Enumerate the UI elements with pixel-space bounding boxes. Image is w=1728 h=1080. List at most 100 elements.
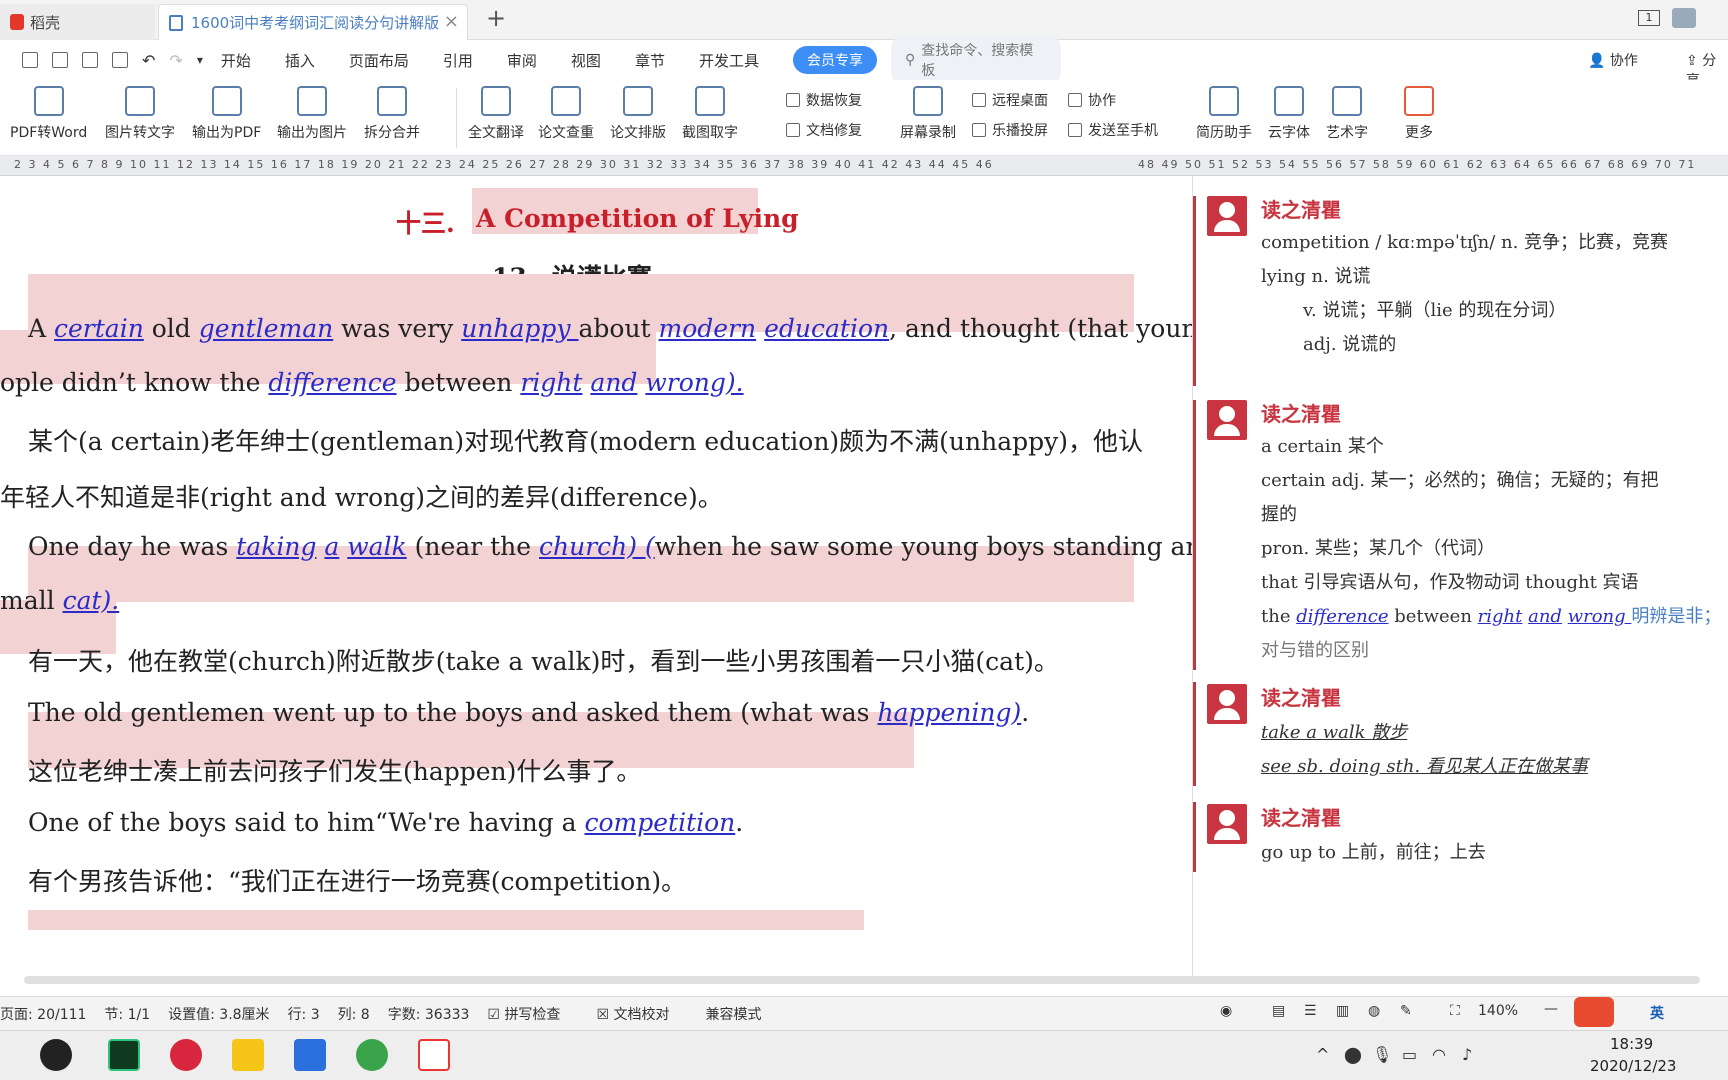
horizontal-scrollbar[interactable] — [24, 976, 1700, 984]
doc-repair-button[interactable]: 文档修复 — [786, 120, 862, 140]
comment-line: competition / kɑːmpəˈtɪʃn/ n. 竞争；比赛，竞赛 — [1261, 232, 1669, 253]
full-translate-label: 全文翻译 — [468, 125, 524, 141]
tray-app-icon[interactable]: ⬤ — [1344, 1045, 1362, 1064]
screen-record-label: 屏幕录制 — [900, 125, 956, 141]
member-button[interactable]: 会员专享 — [792, 46, 877, 74]
zoom-level[interactable]: 140% — [1478, 1003, 1518, 1019]
ruler[interactable]: 2 3 4 5 6 7 8 9 10 11 12 13 14 15 16 17 … — [0, 156, 1728, 176]
pen-icon[interactable]: ✎ — [1400, 1003, 1412, 1019]
comment-line: pron. 某些；某几个（代词） — [1261, 538, 1495, 559]
data-recovery-button[interactable]: 数据恢复 — [786, 90, 862, 110]
status-words[interactable]: 字数: 36333 — [388, 1004, 470, 1024]
customize-chevron-icon[interactable]: ▾ — [197, 53, 203, 67]
close-tab-icon[interactable]: × — [444, 11, 459, 32]
page-count-icon[interactable]: 1 — [1638, 10, 1660, 26]
format-painter-icon[interactable] — [52, 52, 68, 68]
search-placeholder: 查找命令、搜索模板 — [921, 43, 1034, 79]
menu-insert[interactable]: 插入 — [285, 50, 315, 71]
split-merge-label: 拆分合并 — [364, 125, 420, 141]
cast-button[interactable]: 乐播投屏 — [972, 120, 1048, 140]
proof-button[interactable]: ☒ 文档校对 — [596, 1004, 687, 1024]
zoom-out-icon[interactable]: — — [1544, 1001, 1558, 1017]
file-explorer-icon[interactable] — [232, 1039, 264, 1071]
search-box[interactable]: ⚲ 查找命令、搜索模板 — [890, 35, 1061, 85]
split-merge-button[interactable]: 拆分合并 — [364, 86, 420, 142]
battery-icon[interactable]: ▭ — [1402, 1045, 1417, 1064]
vocab-word: and — [1528, 606, 1562, 627]
menu-references[interactable]: 引用 — [443, 50, 473, 71]
image-to-text-button[interactable]: 图片转文字 — [105, 86, 175, 142]
text: 明辨是非； — [1631, 606, 1722, 627]
status-section: 节: 1/1 — [104, 1006, 151, 1023]
app-icon-1[interactable] — [40, 1039, 72, 1071]
vocab-word: and — [590, 368, 638, 397]
tab-document[interactable]: 1600词中考考纲词汇阅读分句讲解版 × — [158, 4, 468, 40]
print-icon[interactable] — [82, 52, 98, 68]
read-view-icon[interactable]: ▥ — [1336, 1003, 1349, 1019]
text: between — [1388, 606, 1478, 627]
wps-logo-icon — [10, 14, 24, 30]
more-button[interactable]: 更多 — [1404, 86, 1434, 142]
clock-time[interactable]: 18:39 — [1610, 1035, 1653, 1053]
netease-music-icon[interactable] — [170, 1039, 202, 1071]
send-to-phone-button[interactable]: 发送至手机 — [1068, 120, 1158, 140]
tray-chevron-icon[interactable]: ^ — [1316, 1045, 1329, 1064]
eye-protection-icon[interactable]: ◉ — [1220, 1003, 1232, 1019]
menu-view[interactable]: 视图 — [571, 50, 601, 71]
audition-icon[interactable] — [108, 1039, 140, 1071]
volume-icon[interactable]: ♪ — [1462, 1045, 1472, 1064]
pdf-to-word-button[interactable]: PDF转Word — [10, 86, 87, 142]
print-preview-icon[interactable] — [112, 52, 128, 68]
menu-chapter[interactable]: 章节 — [635, 50, 665, 71]
browser-icon[interactable] — [356, 1039, 388, 1071]
avatar-icon — [1207, 804, 1247, 844]
screen-record-icon — [913, 86, 943, 116]
export-pdf-button[interactable]: 输出为PDF — [192, 86, 261, 142]
highlight-next — [28, 910, 864, 930]
comment-bar — [1193, 400, 1196, 670]
microphone-icon[interactable]: 🎙 — [1372, 1045, 1392, 1064]
resume-helper-button[interactable]: 简历助手 — [1196, 86, 1252, 142]
menu-start[interactable]: 开始 — [221, 50, 251, 71]
tab-home[interactable]: 稻壳 — [0, 4, 155, 40]
menu-page-layout[interactable]: 页面布局 — [349, 50, 409, 71]
screen-record-button[interactable]: 屏幕录制 — [900, 86, 956, 142]
status-page[interactable]: 页面: 20/111 — [0, 1004, 86, 1024]
web-view-icon[interactable]: ◍ — [1368, 1003, 1380, 1019]
collab-small-button[interactable]: 协作 — [1068, 90, 1116, 110]
undo-icon[interactable]: ↶ — [142, 51, 155, 70]
clock-date[interactable]: 2020/12/23 — [1590, 1057, 1676, 1075]
remote-desktop-label: 远程桌面 — [992, 93, 1048, 109]
outline-view-icon[interactable]: ☰ — [1304, 1003, 1317, 1019]
collab-icon — [1068, 93, 1082, 107]
menu-developer[interactable]: 开发工具 — [699, 50, 759, 71]
spell-check-button[interactable]: ☑ 拼写检查 — [487, 1004, 578, 1024]
add-tab-button[interactable]: + — [486, 4, 506, 32]
recovery-icon — [786, 93, 800, 107]
remote-desktop-button[interactable]: 远程桌面 — [972, 90, 1048, 110]
ime-language-indicator[interactable]: 英 — [1650, 1003, 1664, 1023]
screenshot-ocr-button[interactable]: 截图取字 — [682, 86, 738, 142]
recorder-icon[interactable] — [418, 1039, 450, 1071]
collab-button[interactable]: 👤 协作 — [1588, 50, 1638, 70]
page-view-icon[interactable]: ▤ — [1272, 1003, 1285, 1019]
cloud-font-label: 云字体 — [1268, 125, 1310, 141]
full-translate-button[interactable]: 全文翻译 — [468, 86, 524, 142]
vocab-word: wrong). — [645, 368, 744, 397]
menu-review[interactable]: 审阅 — [507, 50, 537, 71]
word-art-button[interactable]: 艺术字 — [1326, 86, 1368, 142]
paper-check-button[interactable]: 论文查重 — [538, 86, 594, 142]
wifi-icon[interactable]: ◠ — [1432, 1045, 1446, 1064]
cloud-font-button[interactable]: 云字体 — [1268, 86, 1310, 142]
wps-writer-icon[interactable] — [294, 1039, 326, 1071]
translate-icon — [481, 86, 511, 116]
save-icon[interactable] — [22, 52, 38, 68]
export-image-button[interactable]: 输出为图片 — [277, 86, 347, 142]
user-avatar-icon[interactable] — [1672, 8, 1696, 28]
sogou-ime-icon[interactable] — [1574, 997, 1614, 1027]
comment-line: see sb. doing sth. 看见某人正在做某事 — [1261, 756, 1588, 777]
paper-layout-button[interactable]: 论文排版 — [610, 86, 666, 142]
fit-page-icon[interactable]: ⛶ — [1450, 1003, 1460, 1019]
document-canvas[interactable]: 十三. A Competition of Lying 13、说谎比赛 A cer… — [0, 176, 1192, 980]
redo-icon[interactable]: ↷ — [169, 51, 182, 70]
